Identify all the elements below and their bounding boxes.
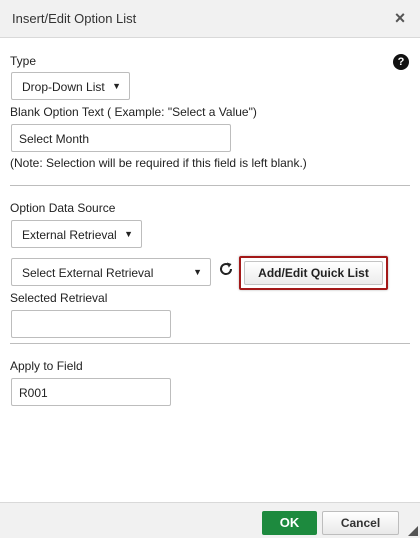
cancel-button[interactable]: Cancel	[322, 511, 399, 535]
add-edit-quick-list-button[interactable]: Add/Edit Quick List	[244, 261, 383, 285]
dialog-title: Insert/Edit Option List	[12, 11, 137, 26]
selected-retrieval-input[interactable]	[11, 310, 171, 338]
section-divider	[10, 185, 410, 186]
insert-edit-option-list-dialog: Insert/Edit Option List × Type ? Drop-Do…	[0, 0, 420, 538]
apply-to-field-input[interactable]: R001	[11, 378, 171, 406]
chevron-down-icon: ▼	[112, 81, 121, 91]
dialog-footer: OK Cancel	[0, 502, 420, 538]
option-data-source-label: Option Data Source	[10, 201, 116, 215]
data-source-select-value: External Retrieval	[22, 228, 117, 242]
close-icon[interactable]: ×	[392, 9, 408, 27]
blank-option-input[interactable]: Select Month	[11, 124, 231, 152]
type-label: Type	[10, 54, 37, 68]
apply-to-field-label: Apply to Field	[10, 359, 83, 373]
blank-option-label: Blank Option Text ( Example: "Select a V…	[10, 105, 257, 119]
data-source-select[interactable]: External Retrieval ▼	[11, 220, 142, 248]
help-icon[interactable]: ?	[393, 54, 409, 70]
resize-grip-icon[interactable]	[408, 526, 418, 536]
ok-button[interactable]: OK	[262, 511, 317, 535]
refresh-icon[interactable]	[218, 261, 234, 277]
dialog-titlebar: Insert/Edit Option List ×	[0, 0, 420, 38]
type-select-value: Drop-Down List	[22, 80, 105, 94]
external-retrieval-select[interactable]: Select External Retrieval ▼	[11, 258, 211, 286]
type-select[interactable]: Drop-Down List ▼	[11, 72, 130, 100]
blank-option-value: Select Month	[19, 132, 90, 146]
apply-to-field-value: R001	[19, 386, 48, 400]
selected-retrieval-label: Selected Retrieval	[10, 291, 108, 305]
chevron-down-icon: ▼	[124, 229, 133, 239]
blank-option-note: (Note: Selection will be required if thi…	[10, 156, 307, 170]
external-retrieval-select-value: Select External Retrieval	[22, 266, 154, 280]
chevron-down-icon: ▼	[193, 267, 202, 277]
section-divider	[10, 343, 410, 344]
